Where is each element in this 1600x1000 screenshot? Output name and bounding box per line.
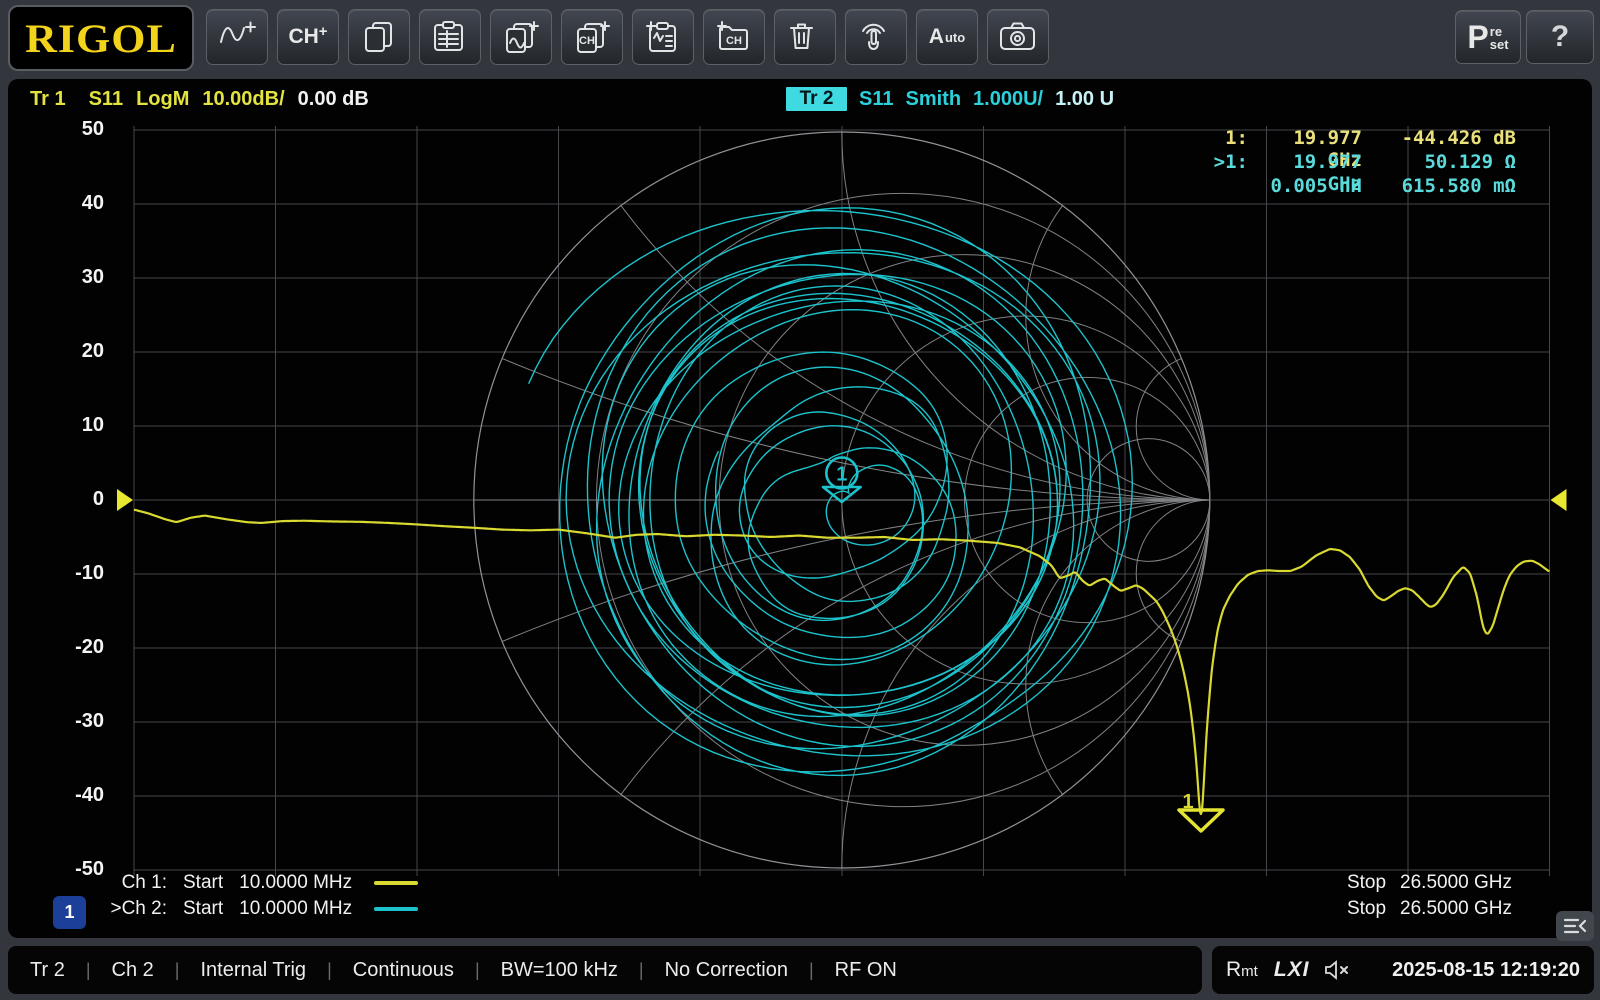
trace1-reference: 0.00 dB (298, 88, 369, 111)
channel2-stop-value: 26.5000 GHz (1400, 898, 1512, 920)
remote-indicator: Rmt (1226, 958, 1258, 982)
y-axis-tick--50: -50 (46, 858, 104, 882)
trace2-active-badge[interactable]: Tr 2 (786, 87, 847, 111)
marker1-impedance: 50.129 Ω (1362, 151, 1516, 175)
system-status: Rmt LXI 2025-08-15 12:19:20 (1212, 946, 1594, 994)
marker-readout-row-3: 0.005 nH 615.580 mΩ (1100, 175, 1516, 199)
y-axis-tick-0: 0 (46, 488, 104, 512)
channel1-start-label: Start (183, 872, 223, 894)
channel1-start-value: 10.0000 MHz (239, 872, 352, 894)
channel1-label: Ch 1: (105, 872, 167, 894)
channel1-color-swatch (374, 881, 418, 885)
channel-number-badge: 1 (53, 896, 86, 929)
marker1-logmag: -44.426 dB (1362, 127, 1516, 151)
trace2-header[interactable]: Tr 2 S11 Smith 1.000U/ 1.00 U (786, 86, 1114, 112)
channel2-stop-label: Stop (1347, 898, 1386, 920)
y-axis-tick-40: 40 (46, 192, 104, 216)
marker1-number: 1: (1100, 127, 1248, 151)
status-item-tr-2[interactable]: Tr 2 (30, 959, 65, 982)
y-axis-tick-50: 50 (46, 118, 104, 142)
y-axis-tick-30: 30 (46, 266, 104, 290)
marker-readout-row-2: >1: 19.977 GHz 50.129 Ω (1100, 151, 1516, 175)
channel2-start-label: Start (183, 898, 223, 920)
mute-icon[interactable] (1324, 960, 1350, 980)
y-axis-tick--40: -40 (46, 784, 104, 808)
datetime: 2025-08-15 12:19:20 (1392, 959, 1580, 982)
status-item-ch-2[interactable]: Ch 2 (112, 959, 154, 982)
channel1-stop-label: Stop (1347, 872, 1386, 894)
trace2-format: Smith (905, 88, 961, 111)
marker1-inductance: 0.005 nH (1248, 175, 1362, 199)
channel2-label: >Ch 2: (105, 898, 167, 920)
trace1-format: LogM (136, 88, 189, 111)
ref-level-arrow-left (117, 489, 133, 511)
y-axis-tick--20: -20 (46, 636, 104, 660)
status-separator: | (175, 960, 180, 981)
status-separator: | (86, 960, 91, 981)
trace2-scale: 1.000U/ (973, 88, 1043, 111)
trace2-measurement: S11 (859, 88, 893, 111)
y-axis-tick-10: 10 (46, 414, 104, 438)
status-item-internal-trig[interactable]: Internal Trig (200, 959, 306, 982)
status-item-no-correction[interactable]: No Correction (665, 959, 788, 982)
marker1-resistance: 615.580 mΩ (1362, 175, 1516, 199)
collapse-icon (1562, 916, 1588, 936)
trace1-header[interactable]: Tr 1 S11 LogM 10.00dB/ 0.00 dB (30, 86, 369, 112)
channel1-stop-row: Stop 26.5000 GHz (1320, 870, 1512, 895)
y-axis-tick--30: -30 (46, 710, 104, 734)
y-axis-tick--10: -10 (46, 562, 104, 586)
channel2-color-swatch (374, 907, 418, 911)
lxi-indicator: LXI (1274, 958, 1310, 982)
status-separator: | (639, 960, 644, 981)
marker1-frequency: 19.977 GHz (1248, 127, 1362, 151)
channel1-stop-value: 26.5000 GHz (1400, 872, 1512, 894)
status-separator: | (475, 960, 480, 981)
status-item-continuous[interactable]: Continuous (353, 959, 454, 982)
marker1-smith-number: >1: (1100, 151, 1248, 175)
trace1-measurement: S11 (89, 88, 123, 111)
marker1-smith-frequency: 19.977 GHz (1248, 151, 1362, 175)
trace1-label[interactable]: Tr 1 (30, 88, 66, 111)
channel1-info-row[interactable]: Ch 1: Start 10.0000 MHz (105, 870, 418, 895)
status-item-rf-on[interactable]: RF ON (835, 959, 897, 982)
y-axis-tick-20: 20 (46, 340, 104, 364)
trace2-reference: 1.00 U (1055, 88, 1114, 111)
channel2-start-value: 10.0000 MHz (239, 898, 352, 920)
status-bar: Tr 2 | Ch 2 | Internal Trig | Continuous | BW=10… (8, 946, 1202, 994)
status-separator: | (327, 960, 332, 981)
channel2-info-row[interactable]: >Ch 2: Start 10.0000 MHz (105, 896, 418, 921)
collapse-footer-button[interactable] (1556, 911, 1594, 941)
svg-text:1: 1 (836, 464, 847, 486)
channel2-stop-row: Stop 26.5000 GHz (1320, 896, 1512, 921)
status-item-bw-100-khz[interactable]: BW=100 kHz (501, 959, 618, 982)
ref-level-arrow-right (1551, 489, 1567, 511)
status-separator: | (809, 960, 814, 981)
marker-readout-row-1: 1: 19.977 GHz -44.426 dB (1100, 127, 1516, 151)
trace1-scale: 10.00dB/ (202, 88, 284, 111)
